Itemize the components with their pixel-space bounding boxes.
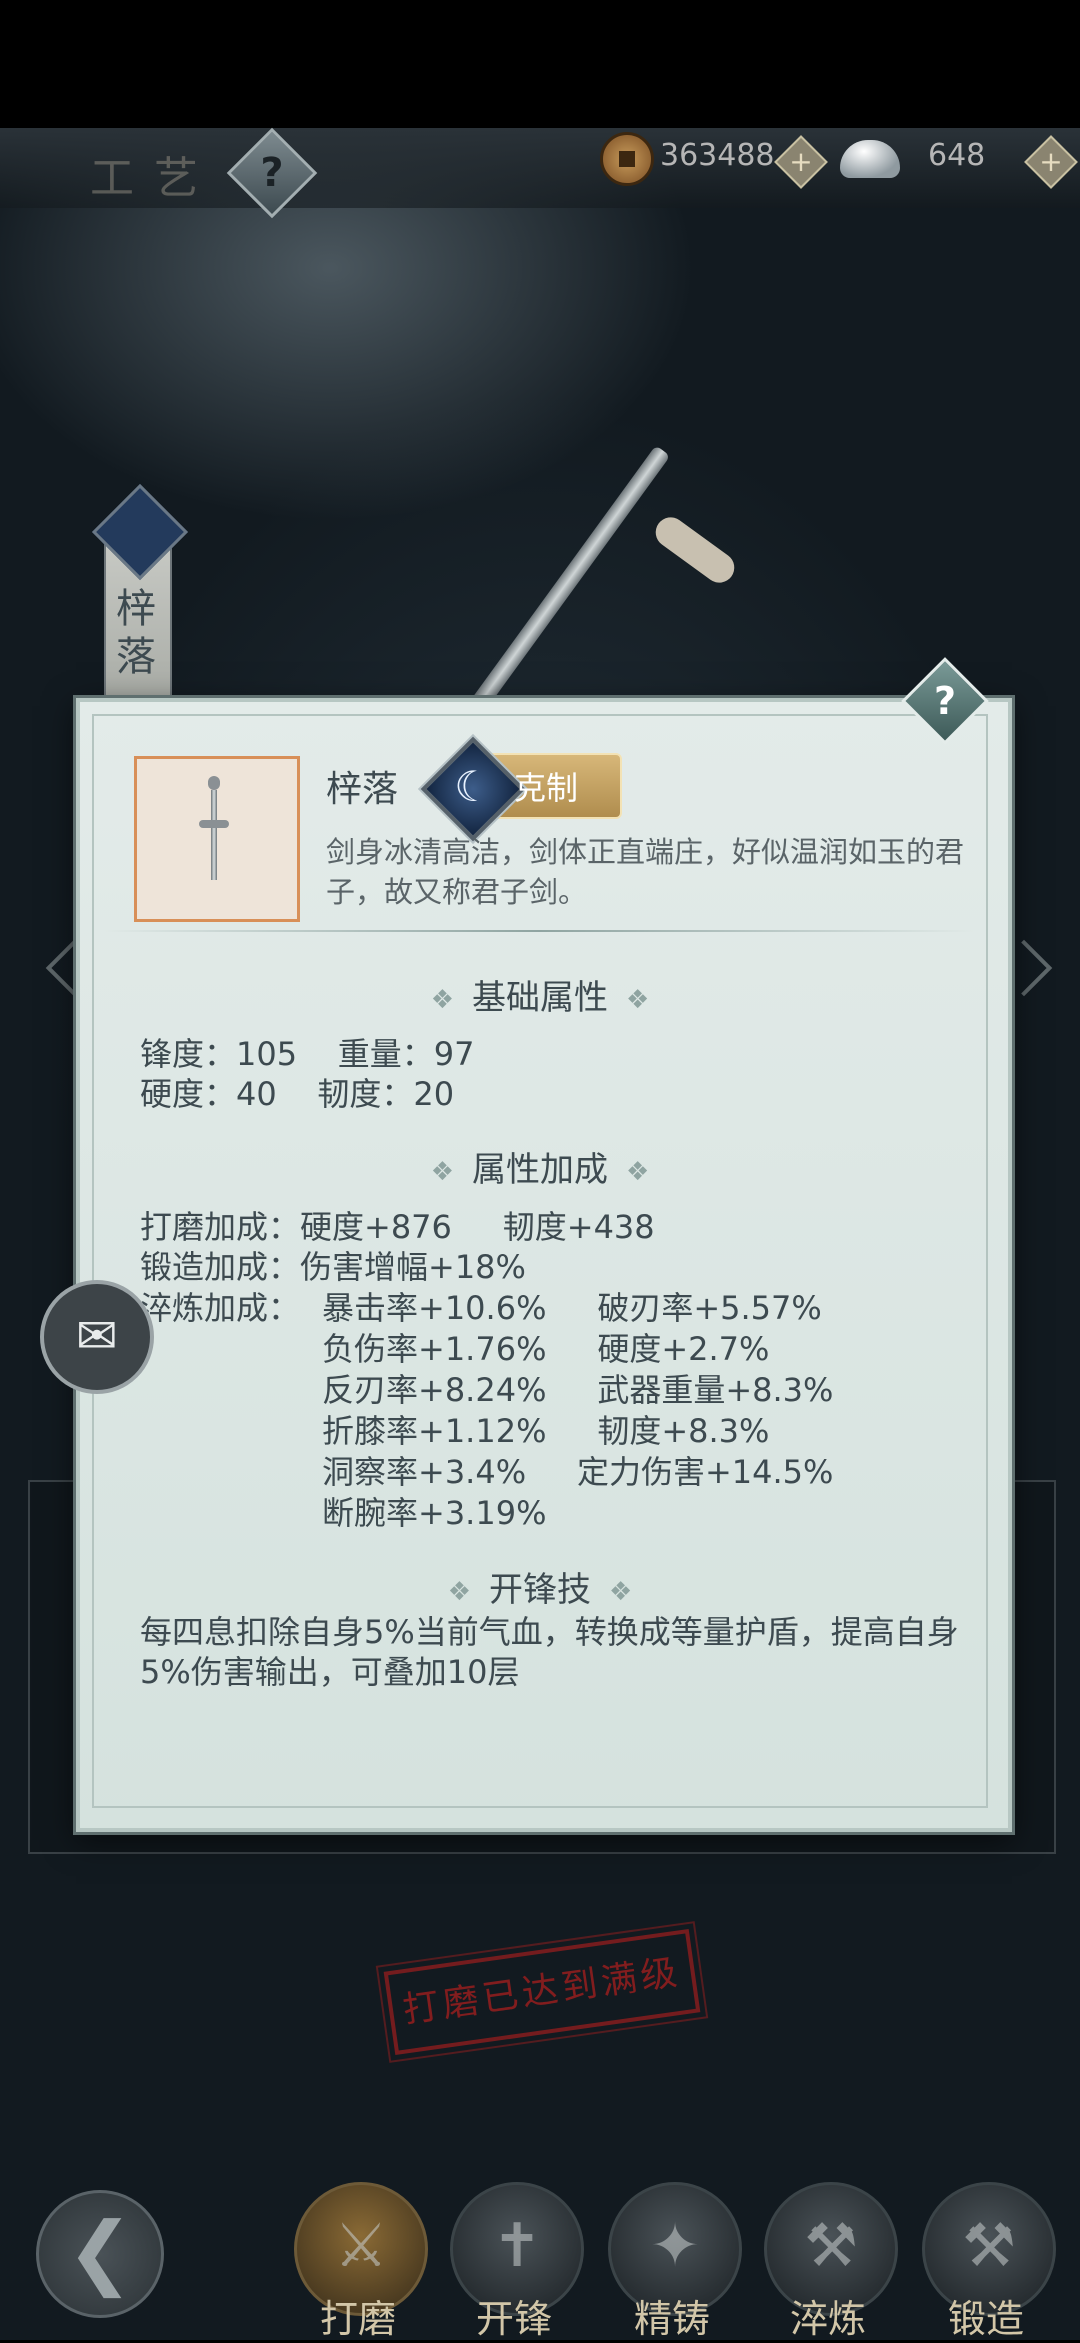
- sharpen-icon: ✝: [491, 2211, 543, 2281]
- counter-label: 克制: [514, 769, 579, 807]
- sword-icon: [208, 776, 220, 790]
- temper-bonus-line: 负伤率+1.76% 硬度+2.7%: [322, 1330, 770, 1368]
- tab-forge-label: 锻造: [947, 2297, 1024, 2341]
- basic-stats-line-2: 硬度：40 韧度：20: [140, 1075, 455, 1113]
- screen-title: 工艺: [90, 153, 218, 204]
- question-icon: ?: [933, 679, 957, 723]
- ornament-icon: ❖: [447, 1576, 471, 1607]
- skill-description: 每四息扣除自身5%当前气血，转换成等量护盾，提高自身5%伤害输出，可叠加10层: [140, 1613, 959, 1691]
- section-basic-title: 基础属性: [472, 978, 608, 1018]
- silver-count: 648: [928, 138, 986, 173]
- grind-icon: ⚔: [334, 2211, 388, 2281]
- section-skill-title: 开锋技: [489, 1570, 591, 1610]
- temper-bonus-label: 淬炼加成：: [140, 1289, 301, 1327]
- item-name: 梓落: [326, 769, 399, 810]
- section-basic-attributes: ❖ 基础属性 ❖: [76, 970, 1004, 1019]
- sword-icon-blade: [211, 790, 217, 880]
- anvil-icon: ⚒: [962, 2211, 1016, 2281]
- temper-bonus-line: 折膝率+1.12% 韧度+8.3%: [322, 1412, 770, 1450]
- section-sharpen-skill: ❖ 开锋技 ❖: [76, 1562, 1004, 1611]
- section-attribute-bonus: ❖ 属性加成 ❖: [76, 1142, 1004, 1191]
- ornament-icon: ❖: [430, 984, 454, 1015]
- temper-bonus-line: 断腕率+3.19%: [322, 1494, 547, 1532]
- chat-button[interactable]: ✉: [40, 1280, 154, 1394]
- temper-bonus-line: 暴击率+10.6% 破刃率+5.57%: [322, 1289, 822, 1327]
- chat-bubble-icon: ✉: [76, 1307, 118, 1365]
- back-arrow-icon: ❮: [66, 2205, 134, 2298]
- forge-bonus: 锻造加成：伤害增幅+18%: [140, 1248, 526, 1286]
- ornament-icon: ❖: [609, 1576, 633, 1607]
- question-icon: ?: [260, 150, 284, 196]
- banner-name: 梓落: [116, 586, 156, 680]
- tab-grind-label: 打磨: [319, 2297, 396, 2341]
- plus-icon: +: [1039, 145, 1063, 178]
- ornament-icon: ❖: [626, 1156, 650, 1187]
- ornament-icon: ❖: [626, 984, 650, 1015]
- item-description: 剑身冰清高洁，剑体正直端庄，好似温润如玉的君子，故又称君子剑。: [326, 835, 965, 909]
- tab-temper-label: 淬炼: [789, 2297, 866, 2341]
- plus-icon: +: [789, 145, 813, 178]
- section-bonus-title: 属性加成: [472, 1150, 608, 1190]
- tab-sharpen-label: 开锋: [475, 2297, 552, 2341]
- status-bar: [0, 0, 1080, 128]
- tab-refine-cast-label: 精铸: [633, 2297, 710, 2341]
- shuriken-icon: ✦: [649, 2211, 701, 2281]
- ornament-icon: ❖: [430, 1156, 454, 1187]
- temper-bonus-line: 洞察率+3.4% 定力伤害+14.5%: [322, 1453, 834, 1491]
- sword-icon-guard: [199, 820, 229, 828]
- copper-coin-icon: [600, 132, 654, 186]
- temper-icon: ⚒: [804, 2211, 858, 2281]
- crescent-moon-icon: ☾: [454, 762, 492, 811]
- divider: [104, 930, 974, 932]
- coin-count: 363488: [660, 138, 775, 173]
- temper-bonus-line: 反刃率+8.24% 武器重量+8.3%: [322, 1371, 834, 1409]
- back-button[interactable]: ❮: [36, 2190, 164, 2318]
